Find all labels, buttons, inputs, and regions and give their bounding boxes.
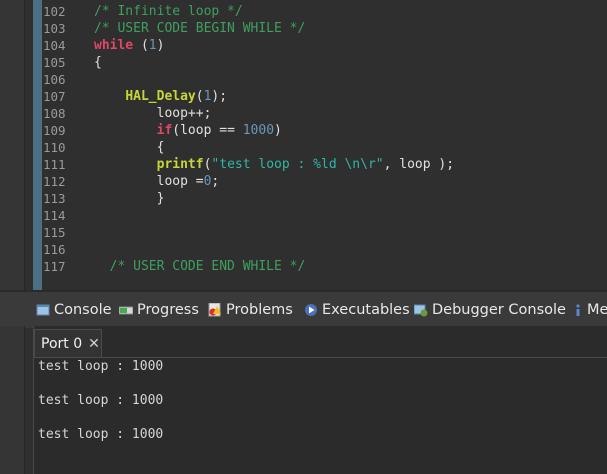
- code-token: {: [94, 55, 102, 70]
- tab-port-0[interactable]: Port 0 ✕: [34, 329, 102, 357]
- code-line[interactable]: [94, 241, 607, 258]
- tab-label: Executables: [322, 302, 410, 318]
- line-number: 104: [43, 38, 66, 53]
- tab-console[interactable]: Console: [36, 292, 112, 328]
- code-line[interactable]: if(loop == 1000): [94, 122, 607, 139]
- code-line[interactable]: loop =0;: [94, 173, 607, 190]
- code-token: {: [94, 140, 165, 155]
- view-tab-bar: Console Progress Problems Executables De…: [0, 290, 607, 328]
- code-area[interactable]: /* Infinite loop */ /* USER CODE BEGIN WH…: [94, 3, 607, 275]
- progress-icon: [118, 303, 134, 317]
- code-token: /* Infinite loop */: [94, 4, 243, 19]
- code-token: (: [195, 89, 204, 104]
- debugger-console-icon: [413, 303, 428, 317]
- code-token: loop++;: [94, 106, 212, 121]
- line-number: 115: [43, 225, 66, 240]
- code-token: (loop ==: [172, 123, 243, 138]
- tab-progress[interactable]: Progress: [118, 292, 199, 328]
- code-line[interactable]: [94, 207, 607, 224]
- code-line[interactable]: /* Infinite loop */: [94, 3, 607, 20]
- tab-label: Problems: [226, 302, 293, 318]
- code-token: loop =: [94, 174, 204, 189]
- output-line: test loop : 1000: [38, 393, 164, 408]
- line-number: 114: [43, 208, 66, 223]
- code-token: while: [94, 38, 134, 53]
- code-token: 1: [148, 38, 157, 53]
- close-icon[interactable]: ✕: [88, 336, 100, 352]
- code-token: ;: [211, 174, 220, 189]
- line-number: 107: [43, 89, 66, 104]
- code-line[interactable]: }: [94, 190, 607, 207]
- code-token: if: [156, 123, 173, 138]
- line-number: 116: [43, 242, 66, 257]
- tab-debugger-console[interactable]: Debugger Console: [413, 292, 566, 328]
- code-line[interactable]: /* USER CODE END WHILE */: [94, 258, 607, 275]
- line-number: 108: [43, 106, 66, 121]
- tab-label: Me: [587, 302, 607, 318]
- problems-icon: [208, 302, 222, 317]
- console-output[interactable]: test loop : 1000 test loop : 1000 test loo…: [38, 358, 163, 443]
- code-token: "test loop : %ld \n\r": [211, 157, 384, 172]
- code-line[interactable]: [94, 224, 607, 241]
- code-token: HAL_Delay: [125, 89, 196, 104]
- code-token: , loop );: [383, 157, 455, 172]
- code-line[interactable]: {: [94, 139, 607, 156]
- tab-problems[interactable]: Problems: [208, 292, 293, 328]
- code-line[interactable]: loop++;: [94, 105, 607, 122]
- tab-label: Console: [54, 302, 112, 318]
- code-line[interactable]: HAL_Delay(1);: [94, 88, 607, 105]
- console-view[interactable]: Port 0 ✕ test loop : 1000 test loop : 100…: [33, 326, 607, 474]
- code-token: 1000: [242, 123, 275, 138]
- line-number-gutter: 102 103 104 105 106 107 108 109 110 111 112 113 114 1…: [42, 3, 86, 290]
- code-editor[interactable]: 102 103 104 105 106 107 108 109 110 111 112 113 114 1…: [0, 0, 607, 290]
- line-number: 113: [43, 191, 66, 206]
- line-number: 117: [43, 259, 66, 274]
- line-number: 109: [43, 123, 66, 138]
- code-line[interactable]: {: [94, 54, 607, 71]
- code-line[interactable]: printf("test loop : %ld \n\r", loop );: [94, 156, 607, 173]
- output-line: test loop : 1000: [38, 427, 164, 442]
- executables-icon: [304, 303, 318, 317]
- line-number: 106: [43, 72, 66, 87]
- left-trim-strip: [0, 326, 25, 474]
- port-tab-label: Port 0: [41, 335, 83, 352]
- code-token: }: [94, 191, 165, 206]
- tab-executables[interactable]: Executables: [304, 292, 410, 328]
- editor-left-edge: [0, 0, 25, 290]
- line-number: 111: [43, 157, 66, 172]
- code-token: /* USER CODE END WHILE */: [94, 259, 306, 274]
- output-line: test loop : 1000: [38, 359, 164, 374]
- editor-ruler: [33, 0, 42, 290]
- line-number: 103: [43, 21, 66, 36]
- tab-label: Debugger Console: [432, 302, 566, 318]
- tab-memory[interactable]: Me: [573, 292, 607, 328]
- code-token: );: [211, 89, 228, 104]
- code-token: (: [133, 38, 149, 53]
- code-token: /* USER CODE BEGIN WHILE */: [94, 21, 306, 36]
- line-number: 102: [43, 4, 66, 19]
- memory-icon: [573, 303, 583, 317]
- code-token: ): [156, 38, 165, 53]
- code-line[interactable]: while (1): [94, 37, 607, 54]
- console-icon: [36, 303, 50, 317]
- tab-label: Progress: [137, 302, 199, 318]
- code-line[interactable]: /* USER CODE BEGIN WHILE */: [94, 20, 607, 37]
- line-number: 112: [43, 174, 66, 189]
- line-number: 110: [43, 140, 66, 155]
- line-number: 105: [43, 55, 66, 70]
- code-line[interactable]: [94, 71, 607, 88]
- code-token: ): [274, 123, 282, 138]
- code-token: printf: [156, 157, 204, 172]
